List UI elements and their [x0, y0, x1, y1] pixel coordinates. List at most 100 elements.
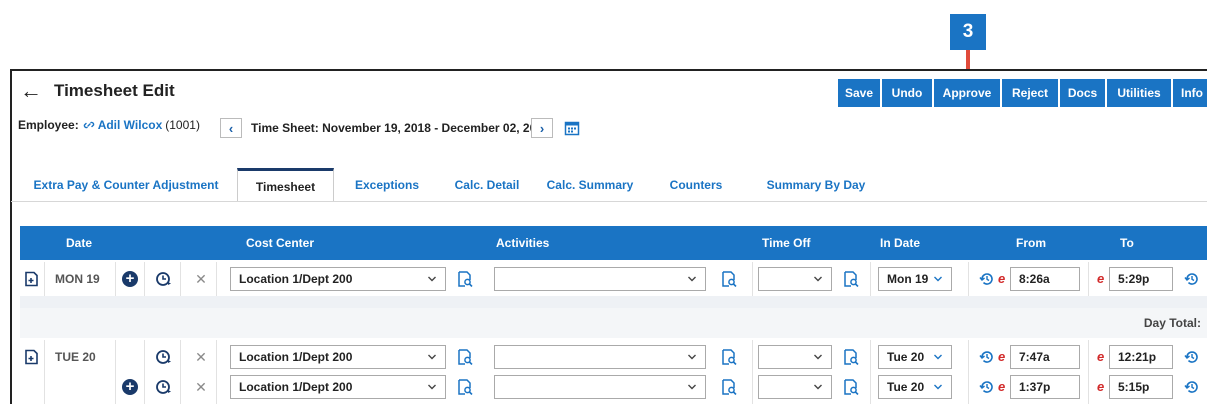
chevron-right-icon[interactable]: › [531, 118, 553, 138]
lookup-icon[interactable] [720, 270, 738, 288]
employee-name-link[interactable]: Adil Wilcox [98, 118, 163, 132]
cost-center-value: Location 1/Dept 200 [239, 350, 353, 364]
chevron-left-icon[interactable]: ‹ [220, 118, 242, 138]
to-time-input[interactable]: 5:15p [1109, 375, 1173, 399]
chevron-down-icon [688, 354, 696, 360]
history-icon[interactable] [1183, 270, 1201, 288]
edited-marker: e [1097, 349, 1105, 364]
column-header-date[interactable]: Date [66, 236, 92, 250]
table-row: TUE 20 ✕ Location 1/Dept 200 Tue 20 e 7:… [20, 340, 1207, 374]
activity-select[interactable] [494, 267, 706, 291]
lookup-icon[interactable] [456, 378, 474, 396]
copy-day-icon[interactable] [23, 270, 41, 288]
edited-marker: e [998, 271, 1006, 286]
chevron-down-icon [814, 384, 822, 390]
activity-select[interactable] [494, 375, 706, 399]
chevron-down-icon [688, 384, 696, 390]
employee-label: Employee: [18, 118, 79, 132]
lookup-icon[interactable] [842, 378, 860, 396]
tab-exceptions[interactable]: Exceptions [338, 168, 436, 202]
tab-calc-summary[interactable]: Calc. Summary [534, 168, 646, 202]
chevron-down-icon [814, 354, 822, 360]
from-time-input[interactable]: 1:37p [1010, 375, 1080, 399]
employee-id: (1001) [165, 118, 200, 132]
chevron-down-icon [428, 384, 436, 390]
back-arrow-icon[interactable]: ← [20, 80, 42, 102]
activity-select[interactable] [494, 345, 706, 369]
reject-button[interactable]: Reject [1002, 79, 1058, 107]
callout-badge: 3 [950, 14, 986, 50]
page-header: ← Timesheet Edit [20, 80, 175, 102]
chevron-down-icon [428, 276, 436, 282]
in-date-select[interactable]: Tue 20 [878, 345, 952, 369]
edited-marker: e [1097, 271, 1105, 286]
edited-marker: e [998, 379, 1006, 394]
day-total-row [20, 308, 1207, 338]
utilities-button[interactable]: Utilities [1107, 79, 1171, 107]
link-icon [83, 119, 95, 131]
in-date-select[interactable]: Tue 20 [878, 375, 952, 399]
from-time-input[interactable]: 8:26a [1010, 267, 1080, 291]
delete-icon[interactable]: ✕ [192, 270, 210, 288]
column-header-to[interactable]: To [1120, 236, 1134, 250]
in-date-select[interactable]: Mon 19 [878, 267, 952, 291]
tab-calc-detail[interactable]: Calc. Detail [445, 168, 529, 202]
cost-center-select[interactable]: Location 1/Dept 200 [230, 345, 446, 369]
history-icon[interactable] [978, 270, 996, 288]
in-date-value: Mon 19 [887, 272, 929, 286]
lookup-icon[interactable] [456, 270, 474, 288]
approve-button[interactable]: Approve [934, 79, 1000, 107]
time-off-select[interactable] [758, 267, 832, 291]
chevron-down-icon [688, 276, 696, 282]
lookup-icon[interactable] [842, 270, 860, 288]
row-spacer [20, 296, 1207, 308]
history-icon[interactable] [978, 378, 996, 396]
page-title: Timesheet Edit [54, 81, 175, 100]
column-header-from[interactable]: From [1016, 236, 1046, 250]
lookup-icon[interactable] [720, 378, 738, 396]
info-button[interactable]: Info [1173, 79, 1207, 107]
employee-info: Employee: Adil Wilcox (1001) [18, 118, 200, 132]
cost-center-select[interactable]: Location 1/Dept 200 [230, 267, 446, 291]
column-header-cost-center[interactable]: Cost Center [246, 236, 314, 250]
cost-center-select[interactable]: Location 1/Dept 200 [230, 375, 446, 399]
toolbar: Save Undo Approve Reject Docs Utilities … [838, 79, 1207, 107]
edited-marker: e [1097, 379, 1105, 394]
save-button[interactable]: Save [838, 79, 880, 107]
clock-add-icon[interactable] [155, 270, 173, 288]
edited-marker: e [998, 349, 1006, 364]
copy-day-icon[interactable] [23, 348, 41, 366]
tab-summary-by-day[interactable]: Summary By Day [750, 168, 882, 202]
chevron-down-icon [428, 354, 436, 360]
lookup-icon[interactable] [456, 348, 474, 366]
cost-center-value: Location 1/Dept 200 [239, 272, 353, 286]
day-total-label: Day Total: [1143, 316, 1201, 330]
calendar-icon[interactable] [564, 120, 580, 141]
lookup-icon[interactable] [842, 348, 860, 366]
undo-button[interactable]: Undo [882, 79, 932, 107]
tab-timesheet[interactable]: Timesheet [237, 168, 334, 202]
delete-icon[interactable]: ✕ [192, 378, 210, 396]
in-date-value: Tue 20 [887, 350, 925, 364]
history-icon[interactable] [978, 348, 996, 366]
tab-extra-pay[interactable]: Extra Pay & Counter Adjustment [20, 168, 232, 202]
column-header-time-off[interactable]: Time Off [762, 236, 810, 250]
delete-icon[interactable]: ✕ [192, 348, 210, 366]
tab-counters[interactable]: Counters [654, 168, 738, 202]
docs-button[interactable]: Docs [1060, 79, 1105, 107]
column-header-in-date[interactable]: In Date [880, 236, 920, 250]
clock-add-icon[interactable] [155, 348, 173, 366]
time-off-select[interactable] [758, 345, 832, 369]
column-header-activities[interactable]: Activities [496, 236, 549, 250]
from-time-input[interactable]: 7:47a [1010, 345, 1080, 369]
add-row-icon[interactable]: + [121, 378, 139, 396]
row-date: TUE 20 [55, 350, 96, 364]
history-icon[interactable] [1183, 378, 1201, 396]
time-off-select[interactable] [758, 375, 832, 399]
clock-add-icon[interactable] [155, 378, 173, 396]
to-time-input[interactable]: 5:29p [1109, 267, 1173, 291]
add-row-icon[interactable]: + [121, 270, 139, 288]
history-icon[interactable] [1183, 348, 1201, 366]
to-time-input[interactable]: 12:21p [1109, 345, 1173, 369]
lookup-icon[interactable] [720, 348, 738, 366]
